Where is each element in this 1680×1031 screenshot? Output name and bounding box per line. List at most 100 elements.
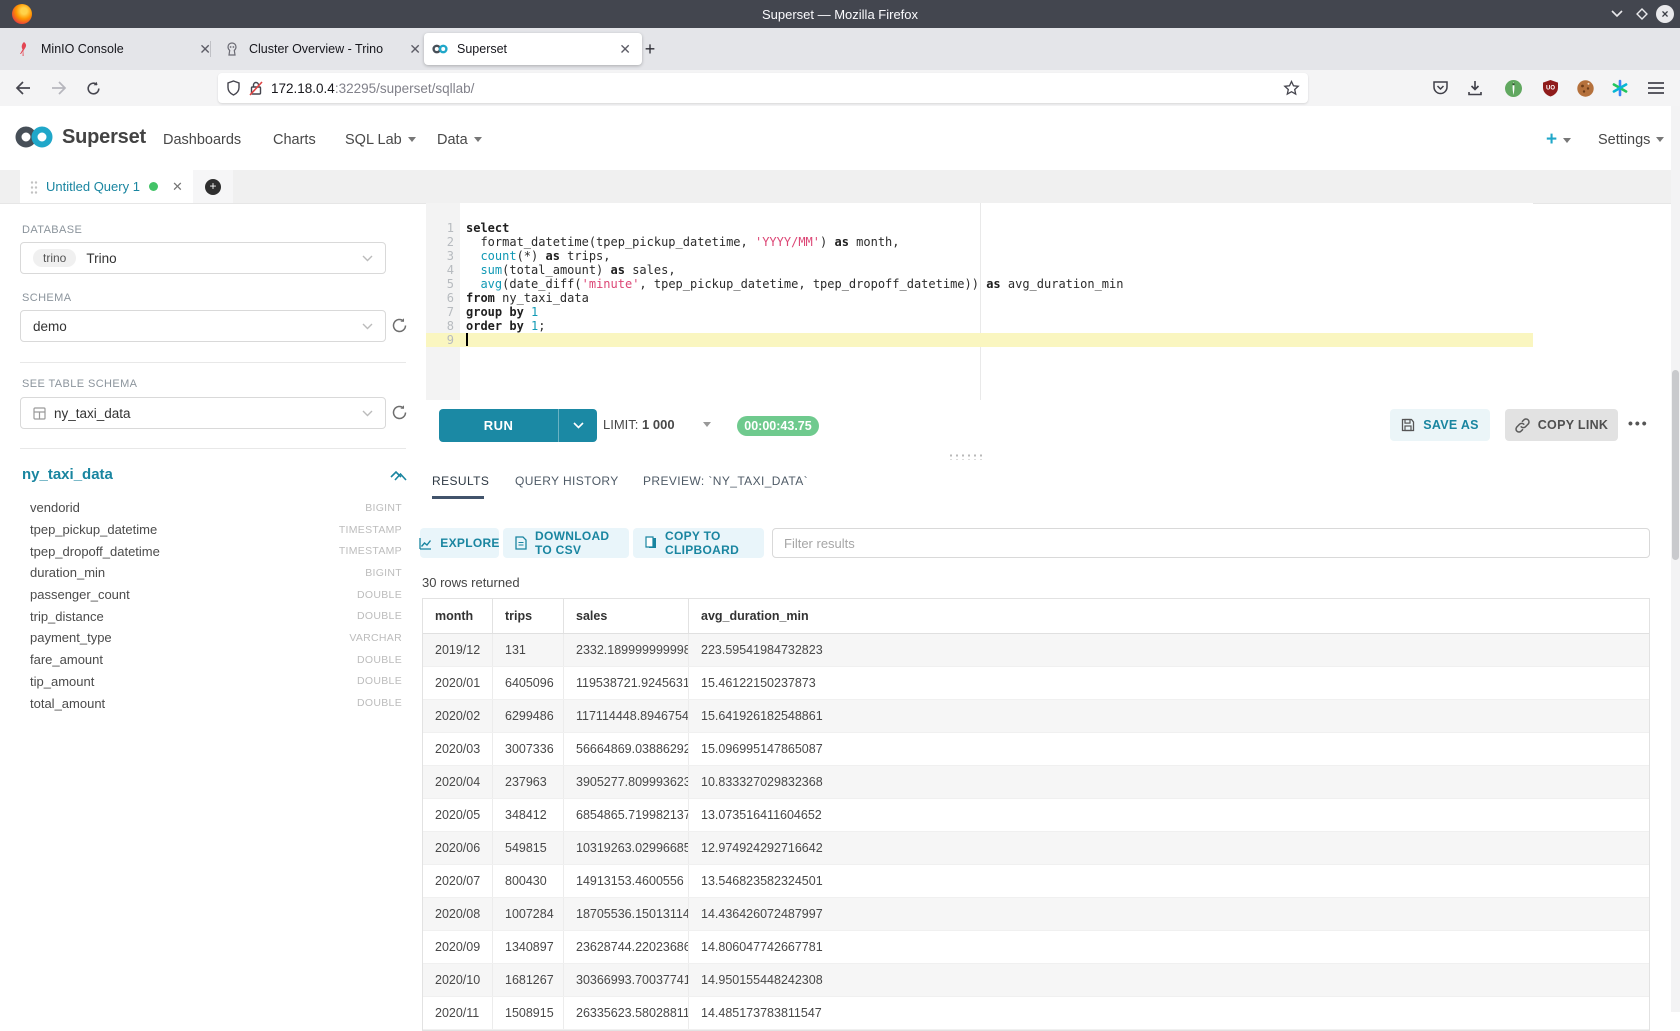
table-cell: 15.096995147865087 [689,733,1649,765]
bookmark-star-icon[interactable] [1283,80,1300,96]
tab-results[interactable]: RESULTS [432,474,489,488]
code-lines: 1select2 format_datetime(tpep_pickup_dat… [426,221,1533,347]
explore-button[interactable]: EXPLORE [420,528,499,558]
browser-tab-superset[interactable]: Superset ✕ [424,33,642,65]
back-icon[interactable] [10,75,36,101]
forward-icon[interactable] [46,75,72,101]
tab-close-icon[interactable]: ✕ [196,41,214,58]
pocket-icon[interactable] [1427,75,1453,101]
tab-separator [210,41,211,57]
limit-dropdown[interactable]: LIMIT: 1 000 [603,417,711,432]
refresh-schema-icon[interactable] [391,317,409,335]
hamburger-menu-icon[interactable] [1643,75,1669,101]
more-actions-button[interactable]: ••• [1628,415,1649,431]
copy-clipboard-button[interactable]: COPY TO CLIPBOARD [633,528,764,558]
nav-sql-lab[interactable]: SQL Lab [345,132,416,148]
tab-query-history[interactable]: QUERY HISTORY [515,474,619,488]
code-token: trips, [560,249,611,263]
table-cell: 13.546823582324501 [689,865,1649,897]
column-name: tip_amount [30,674,94,689]
divider [20,362,406,363]
query-tab-close-icon[interactable]: ✕ [172,179,183,195]
plus-circle-icon: + [205,179,221,195]
tab-close-icon[interactable]: ✕ [616,41,634,58]
column-name: duration_min [30,565,105,580]
code-line[interactable]: 1select [426,221,1533,235]
browser-tab-minio[interactable]: MinIO Console ✕ [8,33,222,65]
code-line[interactable]: 5 avg(date_diff('minute', tpep_pickup_da… [426,277,1533,291]
window-minimize-button[interactable] [1606,3,1628,25]
code-token: as [545,249,559,263]
code-token: format_datetime(tpep_pickup_datetime, [466,235,755,249]
code-text: group by 1 [460,305,538,319]
column-type: DOUBLE [357,675,402,687]
code-line[interactable]: 3 count(*) as trips, [426,249,1533,263]
extension-asterisk-icon[interactable] [1607,75,1633,101]
window-maximize-button[interactable] [1631,3,1653,25]
url-bar[interactable]: 172.18.0.4:32295/superset/sqllab/ [218,73,1308,103]
table-row: 2020/042379633905277.809993623810.833327… [423,766,1649,799]
lock-insecure-icon[interactable] [249,80,263,96]
tab-close-icon[interactable]: ✕ [406,41,424,58]
new-content-button[interactable]: + [1546,129,1571,151]
nav-dashboards[interactable]: Dashboards [163,132,241,148]
superset-favicon-icon [432,41,448,57]
code-token: month, [849,235,900,249]
download-icon[interactable] [1462,75,1488,101]
run-options-dropdown[interactable] [558,409,597,442]
table-cell: 14.485173783811547 [689,997,1649,1029]
download-csv-button[interactable]: DOWNLOAD TO CSV [503,528,629,558]
code-line[interactable]: 6from ny_taxi_data [426,291,1533,305]
tab-preview[interactable]: PREVIEW: `NY_TAXI_DATA` [643,474,808,488]
column-header[interactable]: avg_duration_min [689,599,1649,633]
database-select[interactable]: trino Trino [20,242,386,274]
code-line[interactable]: 9 [426,333,1533,347]
ublock-icon[interactable]: UO [1537,75,1563,101]
table-cell: 14.806047742667781 [689,931,1649,963]
page-scrollbar[interactable] [1671,106,1680,1012]
new-tab-button[interactable]: + [636,35,664,63]
tab-label: Cluster Overview - Trino [249,42,398,56]
settings-menu[interactable]: Settings [1598,132,1664,148]
table-cell: 15.46122150237873 [689,667,1649,699]
refresh-table-icon[interactable] [391,404,409,422]
shield-icon[interactable] [226,80,241,96]
chevron-down-icon [1656,137,1664,142]
code-text [460,333,468,347]
table-cell: 2332.1899999999987 [564,634,689,666]
table-cell: 12.974924292716642 [689,832,1649,864]
query-status-dot [149,182,158,191]
column-type: DOUBLE [357,589,402,601]
table-cell: 549815 [493,832,564,864]
window-close-button[interactable]: × [1654,3,1676,25]
code-text: sum(total_amount) as sales, [460,263,676,277]
add-query-tab-button[interactable]: + [193,170,233,203]
save-as-button[interactable]: SAVE AS [1390,409,1490,441]
column-type: TIMESTAMP [339,545,402,557]
code-line[interactable]: 7group by 1 [426,305,1533,319]
copy-link-button[interactable]: COPY LINK [1505,409,1618,441]
browser-tab-trino[interactable]: Cluster Overview - Trino ✕ [216,33,432,65]
privacy-badger-icon[interactable] [1500,75,1526,101]
column-header[interactable]: month [423,599,493,633]
collapse-results-icon[interactable] [394,472,407,481]
schema-select[interactable]: demo [20,310,386,342]
pane-resize-handle[interactable] [948,453,982,460]
table-cell: 2020/07 [423,865,493,897]
superset-brand[interactable]: Superset [14,124,146,150]
code-line[interactable]: 8order by 1; [426,319,1533,333]
reload-icon[interactable] [80,75,106,101]
nav-data[interactable]: Data [437,132,482,148]
run-button[interactable]: RUN [439,409,597,442]
cookie-icon[interactable] [1572,75,1598,101]
column-header[interactable]: sales [564,599,689,633]
scrollbar-thumb[interactable] [1672,370,1679,560]
query-tab-active[interactable]: Untitled Query 1 ✕ [20,170,193,203]
code-line[interactable]: 4 sum(total_amount) as sales, [426,263,1533,277]
table-select[interactable]: ny_taxi_data [20,397,386,429]
sql-editor[interactable]: 1select2 format_datetime(tpep_pickup_dat… [426,203,1533,400]
nav-charts[interactable]: Charts [273,132,316,148]
code-line[interactable]: 2 format_datetime(tpep_pickup_datetime, … [426,235,1533,249]
filter-results-input[interactable] [772,528,1650,558]
column-header[interactable]: trips [493,599,564,633]
